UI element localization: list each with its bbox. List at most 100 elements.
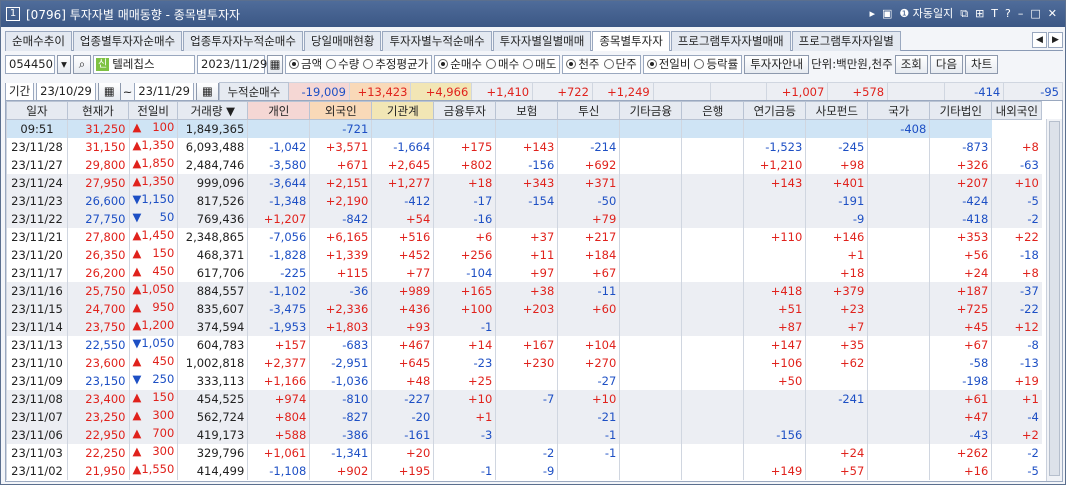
query-button[interactable]: 조회 xyxy=(894,54,928,74)
value-cell xyxy=(619,408,682,426)
calendar-icon[interactable]: ▦ xyxy=(267,54,283,74)
radio-r2-0[interactable]: 순매수 xyxy=(438,56,482,72)
radio-label: 천주 xyxy=(578,57,600,71)
title-control-6[interactable]: ? xyxy=(1005,7,1011,21)
col-header-7[interactable]: 금융투자 xyxy=(433,101,497,120)
date-input[interactable]: 2023/11/29 xyxy=(197,54,267,74)
tab-next-icon[interactable]: ▶ xyxy=(1048,32,1063,48)
radio-r2-1[interactable]: 매수 xyxy=(486,56,519,72)
table-row[interactable]: 23/11/22 27,750 ▼ 50 769,436 +1,207 -842 +54 -16… xyxy=(6,210,1042,228)
col-header-0[interactable]: 일자 xyxy=(6,101,68,120)
table-row[interactable]: 23/11/24 27,950 ▲ 1,350 999,096 -3,644 +2,151 +… xyxy=(6,174,1042,192)
col-header-16[interactable]: 내외국인 xyxy=(991,101,1043,120)
table-row[interactable]: 23/11/10 23,600 ▲ 450 1,002,818 +2,377 -2,951 +… xyxy=(6,354,1042,372)
title-control-3[interactable]: ⧉ xyxy=(960,7,968,21)
title-control-4[interactable]: ⊞ xyxy=(975,7,984,21)
value-cell xyxy=(681,300,744,318)
change-value: 300 xyxy=(152,408,175,422)
col-header-6[interactable]: 기관계 xyxy=(371,101,435,120)
tab-2[interactable]: 업종투자자누적순매수 xyxy=(183,31,303,51)
tab-5[interactable]: 투자자별일별매매 xyxy=(492,31,592,51)
search-icon[interactable]: ⌕ xyxy=(73,54,91,74)
period-from-input[interactable]: 23/10/29 xyxy=(36,82,96,101)
title-control-5[interactable]: T xyxy=(991,7,998,21)
radio-r1-0[interactable]: 금액 xyxy=(289,56,322,72)
next-button[interactable]: 다음 xyxy=(929,54,964,74)
col-header-15[interactable]: 기타법인 xyxy=(929,101,993,120)
window-number[interactable]: 1 xyxy=(6,7,20,21)
title-control-0[interactable]: ▸ xyxy=(869,7,875,21)
calendar-to-icon[interactable]: ▦ xyxy=(196,82,219,101)
table-row[interactable]: 23/11/28 31,150 ▲ 1,350 6,093,488 -1,042 +3,57… xyxy=(6,138,1042,156)
radio-r4-1[interactable]: 등락률 xyxy=(694,56,738,72)
calendar-from-icon[interactable]: ▦ xyxy=(97,82,121,101)
table-row[interactable]: 23/11/15 24,700 ▲ 950 835,607 -3,475 +2,336 +43… xyxy=(6,300,1042,318)
tab-7[interactable]: 프로그램투자자별매매 xyxy=(670,31,791,51)
change-cell: ▼ 1,150 xyxy=(128,192,178,210)
value-cell: +516 xyxy=(371,228,434,246)
table-row[interactable]: 23/11/14 23,750 ▲ 1,200 374,594 -1,953 +1,803 +… xyxy=(6,318,1042,336)
table-row[interactable]: 23/11/06 22,950 ▲ 700 419,173 +588 -386 -161 -3 -… xyxy=(6,426,1042,444)
col-header-10[interactable]: 기타금융 xyxy=(619,101,683,120)
col-header-5[interactable]: 외국인 xyxy=(309,101,373,120)
code-dropdown-icon[interactable]: ▾ xyxy=(57,54,71,74)
value-cell: +24 xyxy=(805,444,868,462)
tab-0[interactable]: 순매수추이 xyxy=(5,31,72,51)
tab-1[interactable]: 업종별투자자순매수 xyxy=(72,31,183,51)
period-to-input[interactable]: 23/11/29 xyxy=(134,82,194,101)
table-row[interactable]: 23/11/09 23,150 ▼ 250 333,113 +1,166 -1,036 +48… xyxy=(6,372,1042,390)
table-row[interactable]: 23/11/20 26,350 ▲ 150 468,371 -1,828 +1,339 +45… xyxy=(6,246,1042,264)
tab-3[interactable]: 당일매매현황 xyxy=(303,31,382,51)
table-row[interactable]: 23/11/08 23,400 ▲ 150 454,525 +974 -810 -227 +10… xyxy=(6,390,1042,408)
table-row[interactable]: 23/11/17 26,200 ▲ 450 617,706 -225 +115 +77 -104… xyxy=(6,264,1042,282)
stock-code-input[interactable]: 054450 xyxy=(5,54,55,74)
table-row[interactable]: 23/11/27 29,800 ▲ 1,850 2,484,746 -3,580 +671 +… xyxy=(6,156,1042,174)
col-header-2[interactable]: 전일비 xyxy=(127,101,179,120)
vertical-scrollbar[interactable] xyxy=(1046,119,1062,481)
investor-info-button[interactable]: 투자자안내 xyxy=(744,54,810,74)
col-header-12[interactable]: 연기금등 xyxy=(743,101,807,120)
title-control-7[interactable]: – xyxy=(1018,7,1024,21)
col-header-3[interactable]: 거래량 ▼ xyxy=(177,101,249,120)
title-control-9[interactable]: ✕ xyxy=(1048,7,1057,21)
table-row[interactable]: 23/11/13 22,550 ▼ 1,050 604,783 +157 -683 +467 +… xyxy=(6,336,1042,354)
radio-r2-2[interactable]: 매도 xyxy=(523,56,556,72)
tab-6[interactable]: 종목별투자자 xyxy=(592,31,670,51)
chart-button[interactable]: 차트 xyxy=(965,54,999,74)
col-header-9[interactable]: 투신 xyxy=(557,101,621,120)
value-cell xyxy=(619,300,682,318)
radio-r3-0[interactable]: 천주 xyxy=(566,56,600,72)
radio-r3-1[interactable]: 단주 xyxy=(603,56,637,72)
value-cell: +3,571 xyxy=(309,138,372,156)
radio-r1-2[interactable]: 추정평균가 xyxy=(363,56,428,72)
tab-8[interactable]: 프로그램투자자일별 xyxy=(791,31,901,51)
col-header-1[interactable]: 현재가 xyxy=(67,101,129,120)
stock-name-field[interactable]: 신 텔레칩스 xyxy=(93,54,195,74)
title-control-8[interactable]: □ xyxy=(1030,7,1040,21)
title-control-2[interactable]: ❶ 자동일지 xyxy=(899,7,953,21)
col-header-4[interactable]: 개인 xyxy=(247,101,311,120)
table-row[interactable]: 23/11/21 27,800 ▲ 1,450 2,348,865 -7,056 +6,16… xyxy=(6,228,1042,246)
col-header-14[interactable]: 국가 xyxy=(867,101,931,120)
value-cell: -1,042 xyxy=(247,138,310,156)
table-row[interactable]: 23/11/03 22,250 ▲ 300 329,796 +1,061 -1,341 +20… xyxy=(6,444,1042,462)
radio-r4-0[interactable]: 전일비 xyxy=(646,56,690,72)
date-cell: 23/11/14 xyxy=(6,318,68,336)
table-row[interactable]: 23/11/16 25,750 ▲ 1,050 884,557 -1,102 -36 +989… xyxy=(6,282,1042,300)
tab-4[interactable]: 투자자별누적순매수 xyxy=(382,31,492,51)
value-cell: +804 xyxy=(247,408,310,426)
table-row[interactable]: 09:51 31,250 ▲ 100 1,849,365 -721 -408 xyxy=(6,119,1042,138)
col-header-13[interactable]: 사모펀드 xyxy=(805,101,869,120)
col-header-8[interactable]: 보험 xyxy=(495,101,559,120)
value-cell: +79 xyxy=(557,210,620,228)
sort-down-icon[interactable]: ▼ xyxy=(222,104,235,118)
table-row[interactable]: 23/11/02 21,950 ▲ 1,550 414,499 -1,108 +902 +19… xyxy=(6,462,1042,480)
table-row[interactable]: 23/11/07 23,250 ▲ 300 562,724 +804 -827 -20 +1 -2… xyxy=(6,408,1042,426)
scrollbar-thumb[interactable] xyxy=(1049,121,1060,476)
col-header-11[interactable]: 은행 xyxy=(681,101,745,120)
table-row[interactable]: 23/11/23 26,600 ▼ 1,150 817,526 -1,348 +2,190-… xyxy=(6,192,1042,210)
tab-prev-icon[interactable]: ◀ xyxy=(1032,32,1047,48)
price-cell: 23,150 xyxy=(67,372,129,390)
title-control-1[interactable]: ▣ xyxy=(882,7,892,21)
radio-r1-1[interactable]: 수량 xyxy=(326,56,359,72)
